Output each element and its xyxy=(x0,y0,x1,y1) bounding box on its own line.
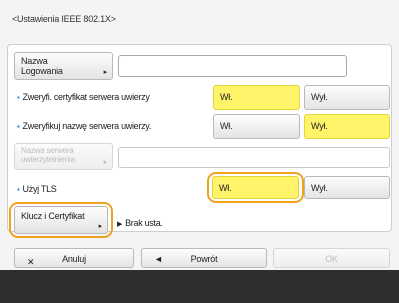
keys-cert-status-text: Brak usta. xyxy=(125,218,163,228)
chevron-right-icon: ▸ xyxy=(103,69,108,76)
use-tls-row-label: ▪ Użyj TLS xyxy=(17,184,57,194)
auth-server-name-button[interactable]: Nazwa serwera uwierzytelnienia ▸ xyxy=(14,143,113,170)
login-name-field[interactable] xyxy=(118,55,347,77)
verify-cert-off-label: Wył. xyxy=(311,92,328,102)
keys-cert-button-label: Klucz i Certyfikat xyxy=(21,211,85,221)
back-button[interactable]: ◄ Powrót xyxy=(141,248,267,268)
bullet-icon: ▪ xyxy=(17,93,20,102)
bottom-bar xyxy=(0,270,399,303)
chevron-right-icon: ▸ xyxy=(98,223,103,230)
login-name-button-label: Nazwa Logowania xyxy=(21,56,63,76)
use-tls-label: Użyj TLS xyxy=(22,184,57,194)
verify-cert-label: Zweryfi. certyfikat serwera uwierzy xyxy=(22,92,150,102)
use-tls-off-button[interactable]: Wył. xyxy=(304,176,390,199)
page-title: <Ustawienia IEEE 802.1X> xyxy=(12,14,116,24)
auth-server-name-field[interactable] xyxy=(118,147,390,168)
ok-button[interactable]: OK xyxy=(273,248,390,268)
verify-name-on-label: Wł. xyxy=(220,121,233,131)
verify-name-label: Zweryfikuj nazwę serwera uwierzy. xyxy=(22,121,152,131)
verify-name-on-button[interactable]: Wł. xyxy=(213,114,300,139)
use-tls-on-button[interactable]: Wł. xyxy=(212,176,299,199)
play-icon: ▶ xyxy=(117,221,123,228)
verify-name-off-button[interactable]: Wył. xyxy=(304,114,390,139)
cancel-button[interactable]: ✕ Anuluj xyxy=(14,248,134,268)
ok-label: OK xyxy=(325,254,338,264)
login-name-button[interactable]: Nazwa Logowania ▸ xyxy=(14,52,113,80)
verify-cert-off-button[interactable]: Wył. xyxy=(304,85,390,110)
cancel-label: Anuluj xyxy=(62,254,86,264)
chevron-right-icon: ▸ xyxy=(103,159,108,166)
verify-cert-on-button[interactable]: Wł. xyxy=(213,85,300,110)
verify-cert-on-label: Wł. xyxy=(220,92,233,102)
use-tls-on-label: Wł. xyxy=(219,183,232,193)
use-tls-off-label: Wył. xyxy=(311,183,328,193)
bullet-icon: ▪ xyxy=(17,122,20,131)
verify-cert-row-label: ▪ Zweryfi. certyfikat serwera uwierzy xyxy=(17,92,150,102)
back-label: Powrót xyxy=(190,254,218,264)
bullet-icon: ▪ xyxy=(17,185,20,194)
verify-name-off-label: Wył. xyxy=(311,121,328,131)
keys-cert-button[interactable]: Klucz i Certyfikat ▸ xyxy=(14,206,108,234)
auth-server-name-button-label: Nazwa serwera uwierzytelnienia xyxy=(21,146,75,164)
verify-name-row-label: ▪ Zweryfikuj nazwę serwera uwierzy. xyxy=(17,121,151,131)
keys-cert-status: ▶ Brak usta. xyxy=(117,218,163,228)
